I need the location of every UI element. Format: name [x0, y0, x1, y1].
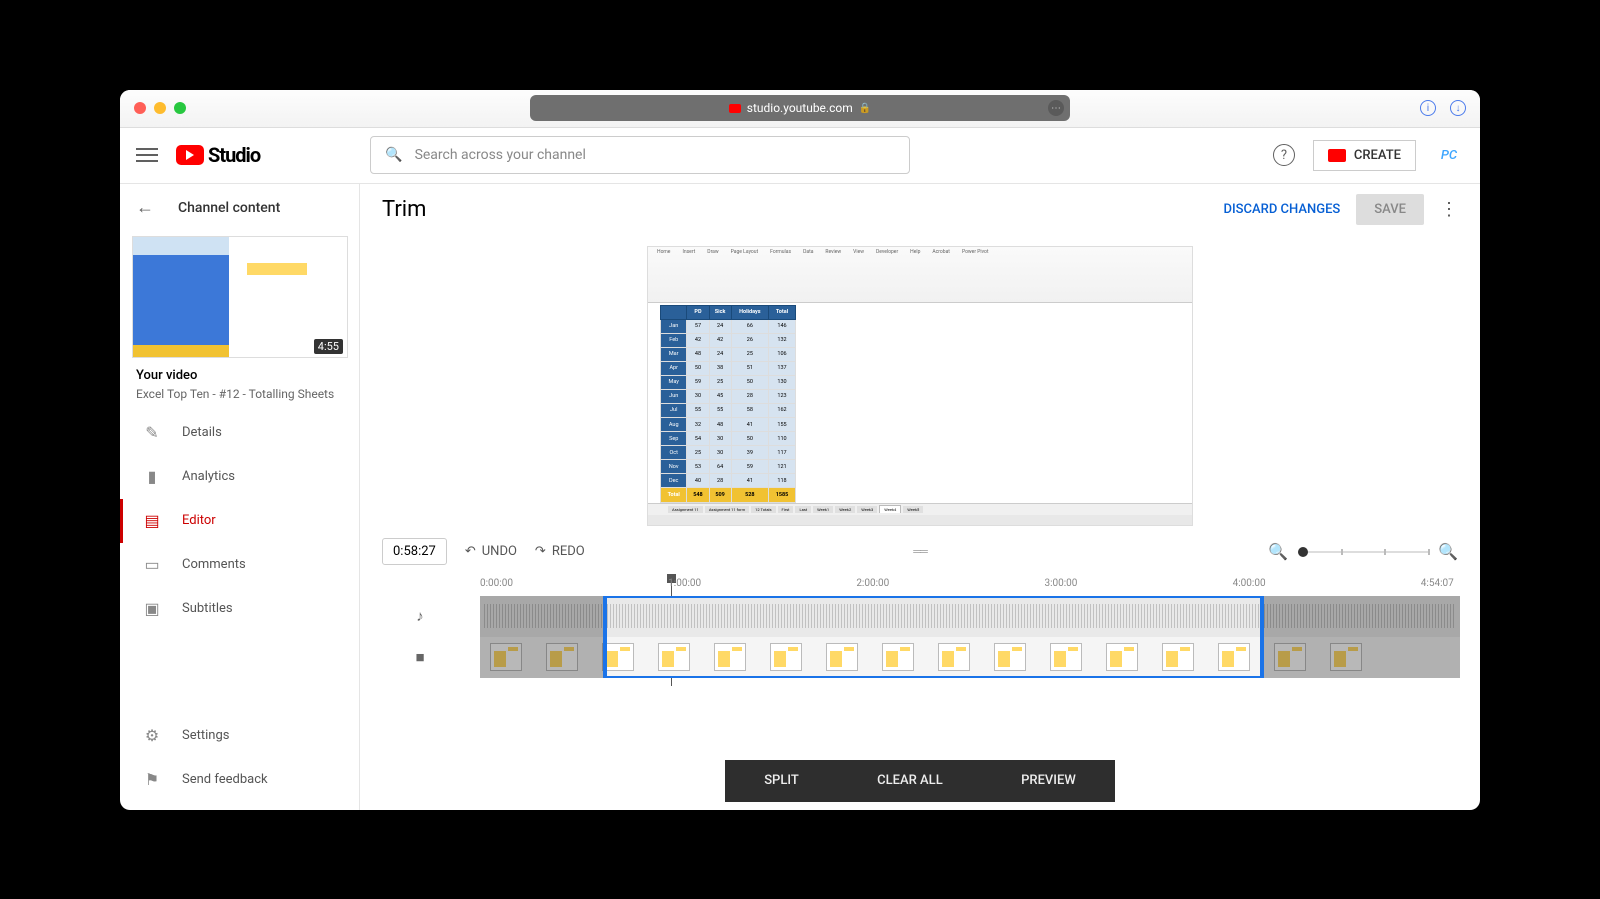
sidebar-label: Details — [182, 425, 222, 440]
comments-icon: ▭ — [142, 555, 162, 575]
sidebar-item-comments[interactable]: ▭ Comments — [120, 543, 359, 587]
trim-shade-left — [480, 596, 603, 678]
zoom-out-icon[interactable]: 🔍 — [1268, 542, 1288, 561]
video-title: Excel Top Ten - #12 - Totalling Sheets — [136, 387, 343, 401]
pencil-icon: ✎ — [142, 423, 162, 443]
zoom-slider[interactable] — [1298, 551, 1428, 553]
download-icon[interactable]: ↓ — [1450, 100, 1466, 116]
search-icon: 🔍 — [385, 147, 402, 163]
undo-button[interactable]: ↶ UNDO — [465, 544, 517, 559]
save-button[interactable]: SAVE — [1356, 194, 1424, 225]
trim-shade-right — [1264, 596, 1460, 678]
video-track-icon: ■ — [360, 637, 480, 678]
main-content: Trim DISCARD CHANGES SAVE ⋮ HomeInsertDr… — [360, 184, 1480, 810]
sidebar-item-subtitles[interactable]: ▣ Subtitles — [120, 587, 359, 631]
timeline-tracks[interactable]: ♪ ■ — [360, 596, 1460, 678]
avatar[interactable]: PC — [1434, 145, 1464, 165]
sidebar-label: Settings — [182, 728, 229, 743]
more-icon[interactable]: ⋮ — [1440, 199, 1458, 220]
create-label: CREATE — [1354, 148, 1401, 163]
sidebar-item-details[interactable]: ✎ Details — [120, 411, 359, 455]
logo-text: Studio — [208, 143, 260, 167]
spreadsheet-table: PDSickHolidaysTotalJan572466146Feb424226… — [660, 305, 796, 503]
split-button[interactable]: SPLIT — [764, 773, 799, 788]
editor-icon: ▤ — [142, 511, 162, 531]
timecode-input[interactable]: 0:58:27 — [382, 538, 447, 565]
clear-all-button[interactable]: CLEAR ALL — [877, 773, 943, 788]
maximize-icon[interactable] — [174, 102, 186, 114]
timeline-controls: 0:58:27 ↶ UNDO ↷ REDO ══ 🔍 🔍 — [360, 530, 1480, 574]
audio-track-icon: ♪ — [360, 596, 480, 637]
sidebar-item-feedback[interactable]: ⚑ Send feedback — [120, 758, 359, 802]
sidebar-label: Editor — [182, 513, 216, 528]
gear-icon: ⚙ — [142, 726, 162, 746]
sidebar-item-editor[interactable]: ▤ Editor — [120, 499, 359, 543]
back-arrow-icon[interactable]: ← — [136, 197, 154, 218]
sidebar-label: Comments — [182, 557, 246, 572]
menu-button[interactable] — [136, 144, 158, 166]
drag-handle-icon[interactable]: ══ — [913, 545, 927, 558]
sidebar-title[interactable]: Channel content — [178, 200, 280, 216]
minimize-icon[interactable] — [154, 102, 166, 114]
help-icon[interactable]: ? — [1273, 144, 1295, 166]
password-icon[interactable]: i — [1420, 100, 1436, 116]
redo-button[interactable]: ↷ REDO — [535, 544, 585, 559]
sheet-tabs: Assignment 11Assignment 11 form12 Totals… — [648, 503, 1192, 515]
sidebar-label: Send feedback — [182, 772, 268, 787]
preview-button[interactable]: PREVIEW — [1021, 773, 1076, 788]
url-text: studio.youtube.com — [747, 101, 853, 115]
sidebar-item-settings[interactable]: ⚙ Settings — [120, 714, 359, 758]
discard-button[interactable]: DISCARD CHANGES — [1224, 202, 1341, 217]
thumb-duration: 4:55 — [314, 339, 343, 354]
lock-icon: 🔒 — [859, 103, 871, 114]
traffic-lights[interactable] — [134, 102, 186, 114]
close-icon[interactable] — [134, 102, 146, 114]
feedback-icon: ⚑ — [142, 770, 162, 790]
browser-chrome: studio.youtube.com 🔒 ⋯ i ↓ — [120, 90, 1480, 128]
record-icon — [1328, 149, 1346, 162]
sidebar-label: Analytics — [182, 469, 235, 484]
safari-window: studio.youtube.com 🔒 ⋯ i ↓ Studio 🔍 Sear… — [120, 90, 1480, 810]
page-title: Trim — [382, 197, 426, 222]
site-favicon-icon — [729, 104, 741, 113]
search-placeholder: Search across your channel — [415, 147, 586, 163]
trim-action-bar: SPLIT CLEAR ALL PREVIEW — [725, 760, 1115, 802]
video-thumbnail[interactable]: 4:55 — [132, 236, 347, 358]
url-bar[interactable]: studio.youtube.com 🔒 ⋯ — [530, 95, 1070, 121]
timeline-ruler[interactable]: 0:00:001:00:002:00:003:00:004:00:004:54:… — [480, 574, 1460, 596]
create-button[interactable]: CREATE — [1313, 140, 1416, 171]
app-bar: Studio 🔍 Search across your channel ? CR… — [120, 128, 1480, 184]
subtitles-icon: ▣ — [142, 599, 162, 619]
zoom-in-icon[interactable]: 🔍 — [1438, 542, 1458, 561]
your-video-heading: Your video — [136, 368, 343, 383]
video-preview[interactable]: HomeInsertDrawPage LayoutFormulasDataRev… — [360, 236, 1480, 530]
sidebar: ← Channel content 4:55 Your video Excel … — [120, 184, 360, 810]
reader-icon[interactable]: ⋯ — [1048, 100, 1064, 116]
sidebar-item-analytics[interactable]: ▮ Analytics — [120, 455, 359, 499]
youtube-icon — [176, 145, 204, 165]
search-input[interactable]: 🔍 Search across your channel — [370, 136, 910, 174]
analytics-icon: ▮ — [142, 467, 162, 487]
sidebar-label: Subtitles — [182, 601, 233, 616]
logo[interactable]: Studio — [176, 143, 260, 167]
